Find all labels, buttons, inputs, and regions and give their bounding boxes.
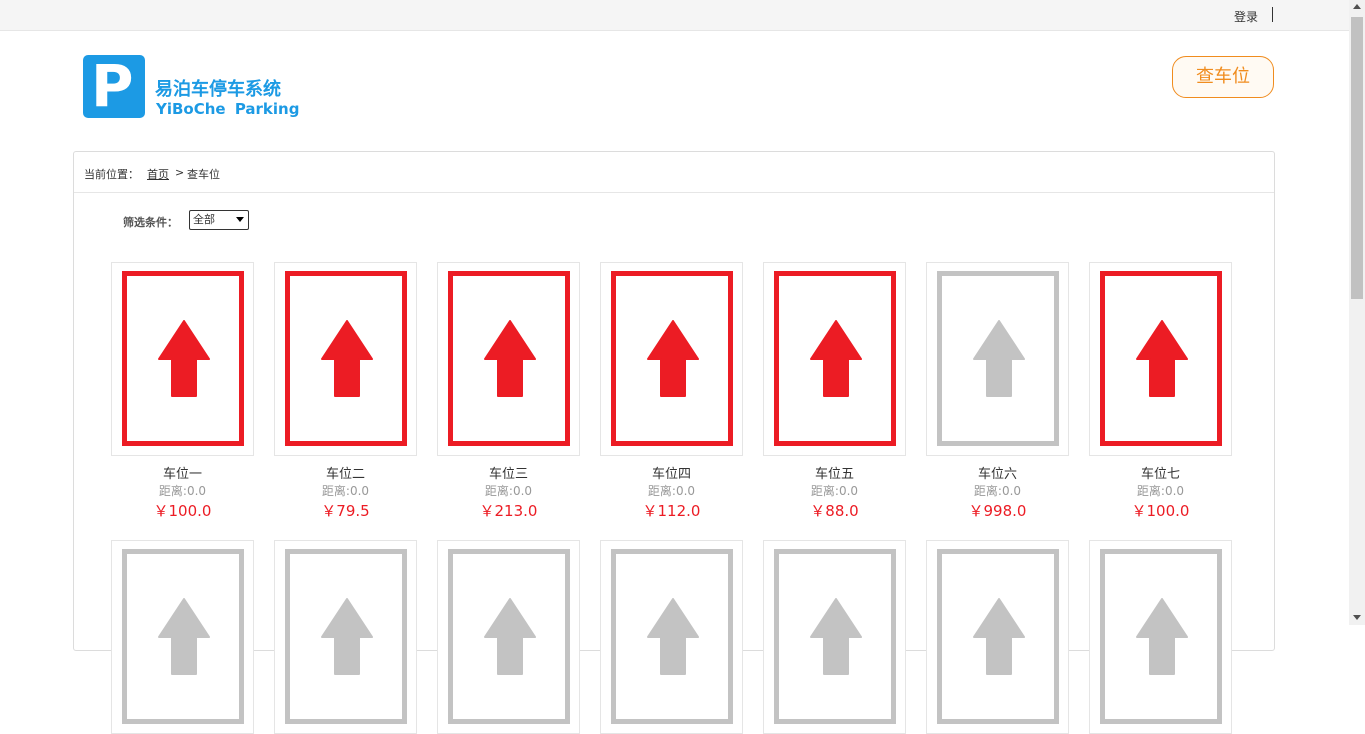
scroll-down-icon[interactable] xyxy=(1353,615,1361,620)
breadcrumb: 当前位置： 首页 > 查车位 xyxy=(74,152,1274,193)
parking-spot-name: 车位二 xyxy=(325,467,365,482)
up-arrow-icon xyxy=(158,320,210,397)
parking-spot-card[interactable] xyxy=(926,262,1069,456)
filter-label: 筛选条件： xyxy=(123,216,178,229)
parking-spot-card[interactable] xyxy=(763,540,906,734)
parking-spot-name: 车位六 xyxy=(977,467,1017,482)
filter-select[interactable]: 全部 xyxy=(189,210,249,230)
up-arrow-icon xyxy=(1136,320,1188,397)
parking-spot-price: ￥88.0 xyxy=(810,502,859,520)
up-arrow-icon xyxy=(647,598,699,675)
find-parking-button[interactable]: 查车位 xyxy=(1172,56,1274,98)
parking-spot-distance: 距离:0.0 xyxy=(158,484,207,498)
top-bar: 登录 xyxy=(0,0,1349,31)
up-arrow-icon xyxy=(321,320,373,397)
brand-name-cn: 易泊车停车系统 xyxy=(155,79,281,100)
up-arrow-icon xyxy=(1136,598,1188,675)
parking-spot-price: ￥112.0 xyxy=(642,502,701,520)
parking-spot-distance: 距离:0.0 xyxy=(973,484,1022,498)
parking-spot-card[interactable] xyxy=(1089,262,1232,456)
brand-logo: P xyxy=(83,55,145,118)
up-arrow-icon xyxy=(810,598,862,675)
up-arrow-icon xyxy=(158,598,210,675)
parking-spot-card[interactable] xyxy=(763,262,906,456)
parking-spot-name: 车位三 xyxy=(488,467,528,482)
parking-spot-price: ￥100.0 xyxy=(153,502,212,520)
topbar-divider xyxy=(1272,7,1273,22)
parking-spot-price: ￥213.0 xyxy=(479,502,538,520)
parking-spot-card[interactable] xyxy=(926,540,1069,734)
breadcrumb-label: 当前位置： xyxy=(84,168,139,181)
parking-spot-name: 车位七 xyxy=(1140,467,1180,482)
parking-spot-card[interactable] xyxy=(437,540,580,734)
parking-spot-card[interactable] xyxy=(111,262,254,456)
parking-spot-price: ￥79.5 xyxy=(321,502,370,520)
up-arrow-icon xyxy=(973,598,1025,675)
chevron-down-icon xyxy=(236,217,244,222)
brand-name-en: YiBoChe Parking xyxy=(156,100,300,118)
breadcrumb-current: 查车位 xyxy=(187,168,220,181)
parking-spot-card[interactable] xyxy=(111,540,254,734)
logo-letter: P xyxy=(91,52,134,120)
parking-spot-distance: 距离:0.0 xyxy=(810,484,859,498)
breadcrumb-home-link[interactable]: 首页 xyxy=(147,166,169,182)
login-link[interactable]: 登录 xyxy=(1234,8,1258,25)
parking-spot-price: ￥998.0 xyxy=(968,502,1027,520)
parking-spot-distance: 距离:0.0 xyxy=(484,484,533,498)
page-scrollbar[interactable] xyxy=(1349,0,1365,625)
up-arrow-icon xyxy=(321,598,373,675)
scroll-up-icon[interactable] xyxy=(1353,4,1361,9)
up-arrow-icon xyxy=(810,320,862,397)
up-arrow-icon xyxy=(484,598,536,675)
parking-spot-card[interactable] xyxy=(1089,540,1232,734)
parking-spot-price: ￥100.0 xyxy=(1131,502,1190,520)
up-arrow-icon xyxy=(973,320,1025,397)
parking-spot-card[interactable] xyxy=(274,262,417,456)
up-arrow-icon xyxy=(647,320,699,397)
parking-spot-card[interactable] xyxy=(437,262,580,456)
breadcrumb-separator: > xyxy=(175,166,185,179)
parking-spot-name: 车位四 xyxy=(651,467,691,482)
parking-spot-distance: 距离:0.0 xyxy=(647,484,696,498)
parking-spot-card[interactable] xyxy=(600,262,743,456)
filter-selected-value: 全部 xyxy=(193,213,215,226)
parking-spot-card[interactable] xyxy=(600,540,743,734)
parking-spot-name: 车位一 xyxy=(162,467,202,482)
up-arrow-icon xyxy=(484,320,536,397)
parking-spot-distance: 距离:0.0 xyxy=(321,484,370,498)
parking-spot-name: 车位五 xyxy=(814,467,854,482)
parking-spot-card[interactable] xyxy=(274,540,417,734)
scrollbar-thumb[interactable] xyxy=(1351,17,1363,299)
parking-spot-distance: 距离:0.0 xyxy=(1136,484,1185,498)
